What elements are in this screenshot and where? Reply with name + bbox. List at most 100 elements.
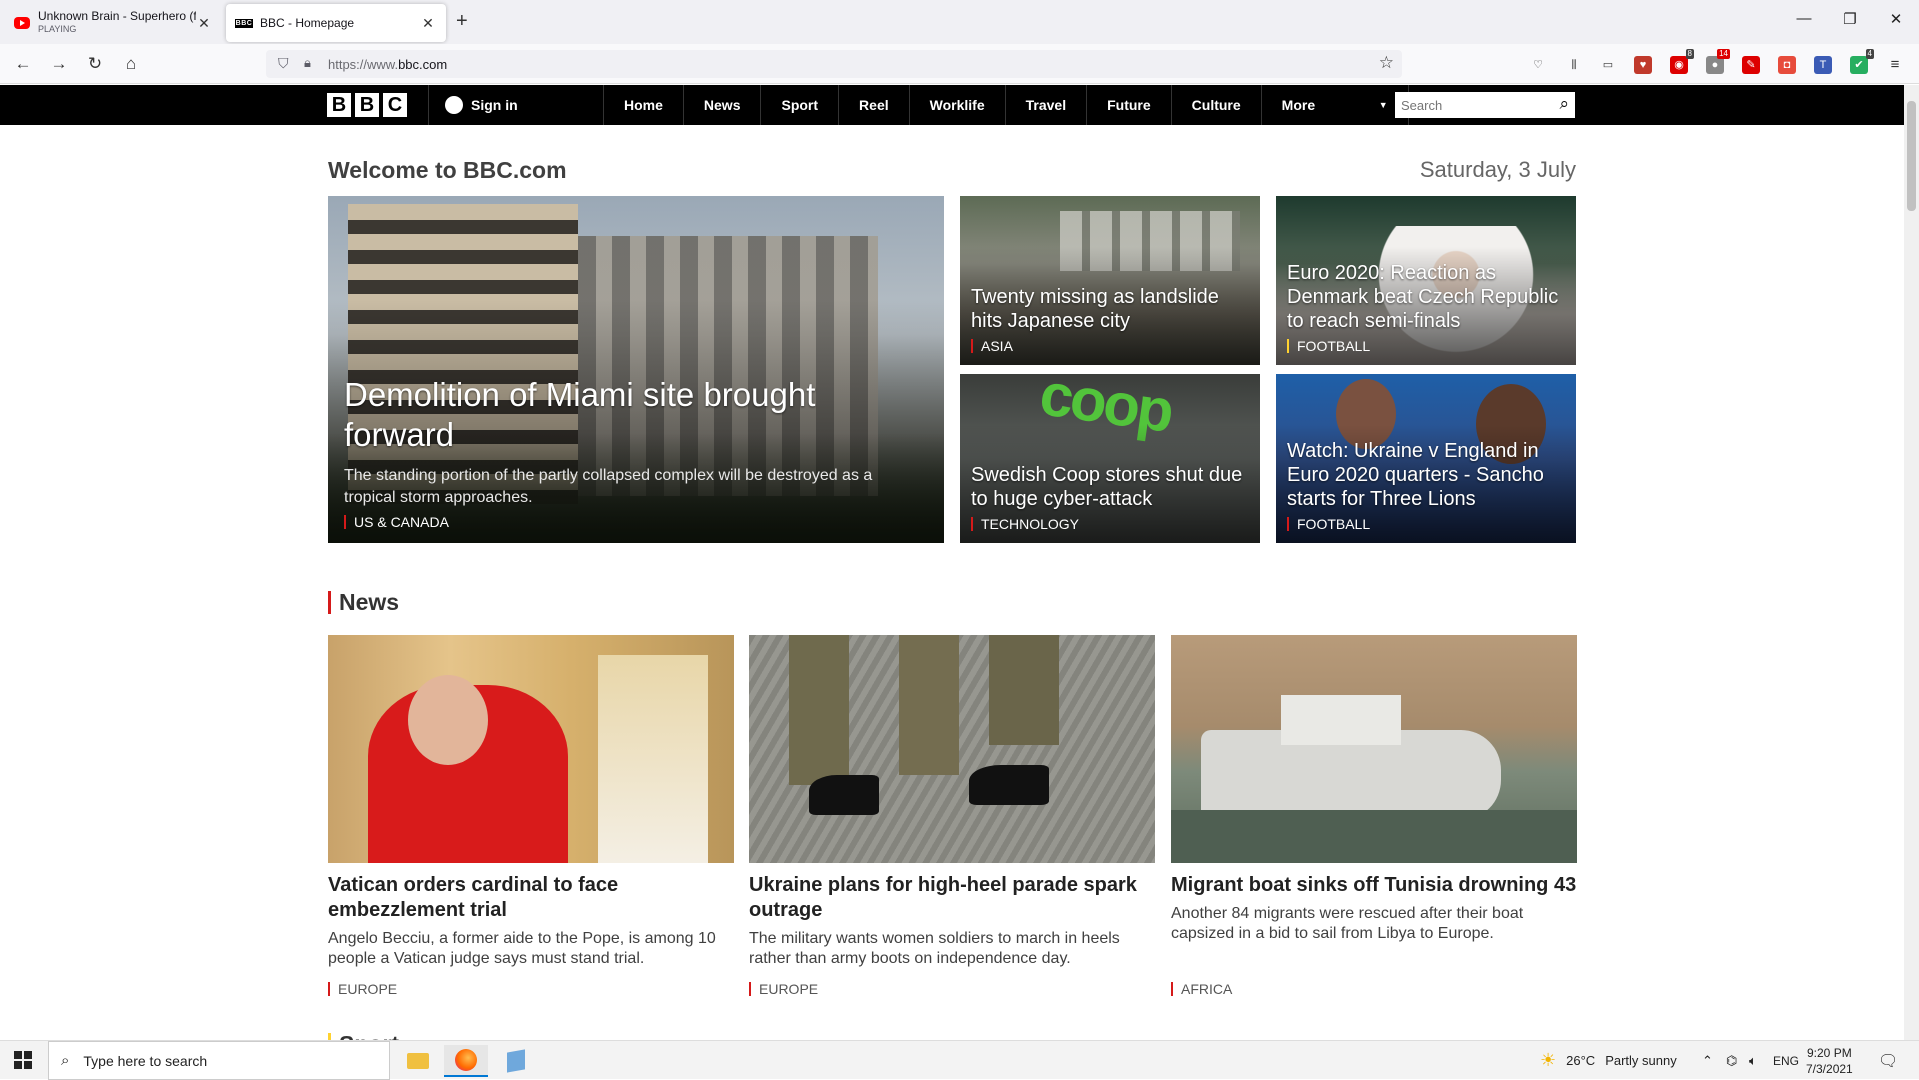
close-window-icon[interactable]: ✕ [1873,10,1919,28]
nav-home[interactable]: Home [603,85,683,125]
news-title[interactable]: Migrant boat sinks off Tunisia drowning … [1171,873,1577,898]
nav-worklife[interactable]: Worklife [908,85,1005,125]
nav-news[interactable]: News [682,85,761,125]
section-tag[interactable]: EUROPE [328,982,397,996]
home-icon[interactable]: ⌂ [119,52,143,76]
news-title[interactable]: Ukraine plans for high-heel parade spark… [749,873,1155,923]
tab-bbc[interactable]: BBC BBC - Homepage ✕ [226,4,446,42]
search-icon[interactable]: ⌕ [1559,94,1569,114]
url-text[interactable]: https://www.bbc.com [328,57,447,72]
search-input[interactable] [1395,92,1545,118]
firefox-icon[interactable] [444,1045,488,1077]
bbc-icon: BBC [234,18,254,28]
section-tag[interactable]: TECHNOLOGY [971,517,1249,531]
browser-toolbar: ← → ↻ ⌂ ⛉ 🔒︎ https://www.bbc.com ☆ ♡ ⫼ ▭… [0,44,1919,84]
news-image [749,635,1155,863]
weather-widget[interactable]: ☀︎ 26°C Partly sunny [1540,1041,1677,1080]
news-section-title[interactable]: News [328,591,399,614]
news-description: The military wants women soldiers to mar… [749,930,1120,967]
nav-culture[interactable]: Culture [1170,85,1261,125]
bbc-nav: Home News Sport Reel Worklife Travel Fut… [603,85,1409,125]
section-tag[interactable]: US & CANADA [344,515,928,529]
browser-tab-strip: Unknown Brain - Superhero (fe PLAYING ✕ … [0,0,1919,44]
forward-icon[interactable]: → [47,52,71,76]
tracking-shield-icon[interactable]: ⛉ [278,55,289,72]
news-card[interactable]: Ukraine plans for high-heel parade spark… [749,635,1155,996]
news-title[interactable]: Vatican orders cardinal to face embezzle… [328,873,734,923]
story-title[interactable]: Twenty missing as landslide hits Japanes… [971,285,1249,333]
news-card[interactable]: Migrant boat sinks off Tunisia drowning … [1171,635,1577,996]
reload-icon[interactable]: ↻ [83,52,107,76]
close-tab-icon[interactable]: ✕ [196,15,212,32]
story-title[interactable]: Watch: Ukraine v England in Euro 2020 qu… [1287,439,1565,511]
pen-extension-icon[interactable]: ✎ [1742,56,1760,74]
extension-icon[interactable]: ♥ [1634,56,1652,74]
pocket-icon[interactable]: ♡ [1529,56,1547,74]
sidebar-icon[interactable]: ▭ [1599,56,1617,74]
taskbar-search[interactable]: ⌕ Type here to search [48,1041,390,1080]
nav-sport[interactable]: Sport [760,85,838,125]
ublock-icon[interactable]: ◉ 8 [1670,49,1694,74]
menu-icon[interactable]: ≡ [1886,56,1904,74]
new-tab-icon[interactable]: + [456,10,468,33]
partly-sunny-icon: ☀︎ [1540,1050,1557,1070]
scrollbar-thumb[interactable] [1907,101,1916,211]
date-label: Saturday, 3 July [1419,157,1576,182]
hero-title[interactable]: Demolition of Miami site brought forward [344,375,928,455]
search-box: ⌕ [1395,92,1575,118]
tab-title: Unknown Brain - Superhero (fe [38,10,196,23]
translate-icon[interactable]: T [1814,56,1832,74]
hero-story-euro-reaction[interactable]: Euro 2020: Reaction as Denmark beat Czec… [1276,196,1576,365]
network-icon[interactable]: ⌬ [1726,1041,1737,1080]
bbc-logo[interactable]: B B C [327,93,407,117]
file-explorer-icon[interactable] [396,1045,440,1077]
windows-start-icon[interactable] [14,1051,32,1069]
youtube-icon [14,15,30,31]
bbc-header: B B C Sign in Home News Sport Reel Workl… [0,85,1904,125]
clock[interactable]: 9:20 PM 7/3/2021 [1806,1041,1853,1080]
privacy-badger-icon[interactable]: ● 14 [1706,49,1730,74]
section-tag[interactable]: FOOTBALL [1287,517,1565,531]
nav-reel[interactable]: Reel [838,85,909,125]
search-icon: ⌕ [61,1052,70,1069]
page-scrollbar[interactable] [1904,85,1919,1040]
news-description: Angelo Becciu, a former aide to the Pope… [328,930,716,967]
notepad-icon[interactable] [494,1045,538,1077]
tab-youtube[interactable]: Unknown Brain - Superhero (fe PLAYING ✕ [4,4,222,42]
news-card[interactable]: Vatican orders cardinal to face embezzle… [328,635,734,996]
close-tab-icon[interactable]: ✕ [420,15,436,32]
story-title[interactable]: Euro 2020: Reaction as Denmark beat Czec… [1287,261,1565,333]
news-image [1171,635,1577,863]
language-indicator[interactable]: ENG [1773,1041,1799,1080]
shield-extension-icon[interactable]: ✔ 4 [1850,49,1874,74]
chevron-up-icon[interactable]: ⌃ [1702,1041,1713,1080]
section-tag[interactable]: ASIA [971,339,1249,353]
notifications-icon[interactable]: 🗨︎ [1878,1041,1898,1080]
restore-icon[interactable]: ❐ [1827,10,1873,28]
nav-travel[interactable]: Travel [1004,85,1086,125]
minimize-icon[interactable]: — [1781,10,1827,27]
nav-future[interactable]: Future [1086,85,1171,125]
dropdown-arrow-icon: ▼ [1378,100,1388,110]
back-icon[interactable]: ← [11,52,35,76]
hero-story-ukraine-england[interactable]: Watch: Ukraine v England in Euro 2020 qu… [1276,374,1576,543]
bookmark-star-icon[interactable]: ☆ [1379,53,1394,73]
section-tag[interactable]: AFRICA [1171,982,1232,996]
hero-main-story[interactable]: Demolition of Miami site brought forward… [328,196,944,543]
screenshot-icon[interactable]: ◘ [1778,56,1796,74]
hero-story-landslide[interactable]: Twenty missing as landslide hits Japanes… [960,196,1260,365]
page-title: Welcome to BBC.com [328,157,567,183]
section-tag[interactable]: FOOTBALL [1287,339,1565,353]
hero-story-coop[interactable]: coop Swedish Coop stores shut due to hug… [960,374,1260,543]
tab-playing-label: PLAYING [38,24,77,34]
address-bar[interactable]: ⛉ 🔒︎ https://www.bbc.com ☆ [266,50,1402,78]
section-tag[interactable]: EUROPE [749,982,818,996]
volume-icon[interactable]: 🔈︎ [1749,1041,1757,1080]
windows-taskbar: ⌕ Type here to search ☀︎ 26°C Partly sun… [0,1040,1919,1080]
nav-more[interactable]: More ▼ [1260,85,1409,125]
news-image [328,635,734,863]
story-title[interactable]: Swedish Coop stores shut due to huge cyb… [971,463,1249,511]
sign-in-button[interactable]: Sign in [428,85,518,125]
library-icon[interactable]: ⫼ [1565,56,1583,74]
lock-icon[interactable]: 🔒︎ [304,55,311,71]
